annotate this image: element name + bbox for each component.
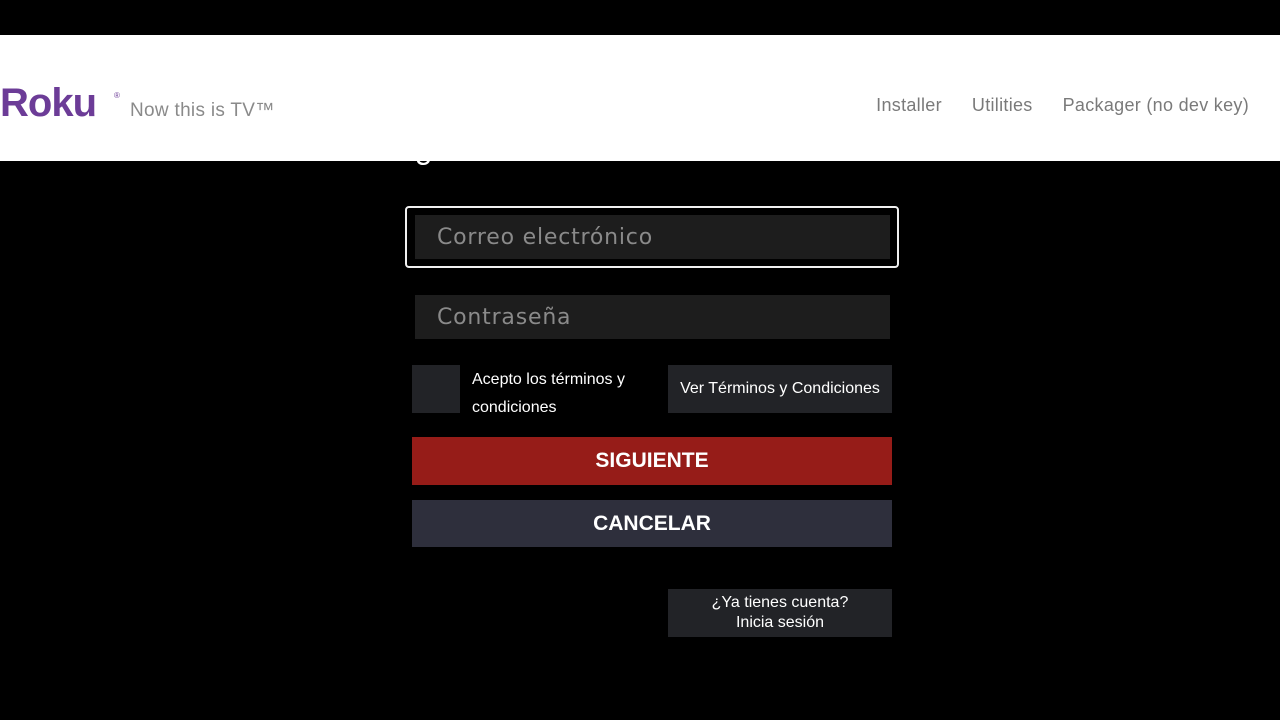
roku-logo: Roku [0, 81, 97, 125]
accept-terms-checkbox[interactable] [412, 365, 460, 413]
password-field[interactable] [415, 295, 890, 339]
login-button-line2: Inicia sesión [735, 614, 825, 631]
login-button[interactable]: ¿Ya tienes cuenta? Inicia sesión [668, 589, 892, 637]
top-header: Roku ® Now this is TV™ Installer Utiliti… [0, 35, 1280, 161]
next-button[interactable]: SIGUIENTE [412, 437, 892, 485]
page: Roku ® Now this is TV™ Installer Utiliti… [0, 0, 1280, 720]
cancel-button[interactable]: CANCELAR [412, 500, 892, 547]
login-button-line1: ¿Ya tienes cuenta? [711, 594, 849, 611]
email-field[interactable] [415, 215, 890, 259]
nav-packager[interactable]: Packager (no dev key) [1063, 95, 1249, 116]
accept-terms-label: Acepto los términos y condiciones [472, 371, 625, 416]
header-nav: Installer Utilities Packager (no dev key… [876, 95, 1249, 116]
registered-mark: ® [114, 91, 120, 100]
nav-utilities[interactable]: Utilities [972, 95, 1033, 116]
view-terms-button[interactable]: Ver Términos y Condiciones [668, 365, 892, 413]
nav-installer[interactable]: Installer [876, 95, 942, 116]
tagline: Now this is TV™ [130, 100, 275, 121]
